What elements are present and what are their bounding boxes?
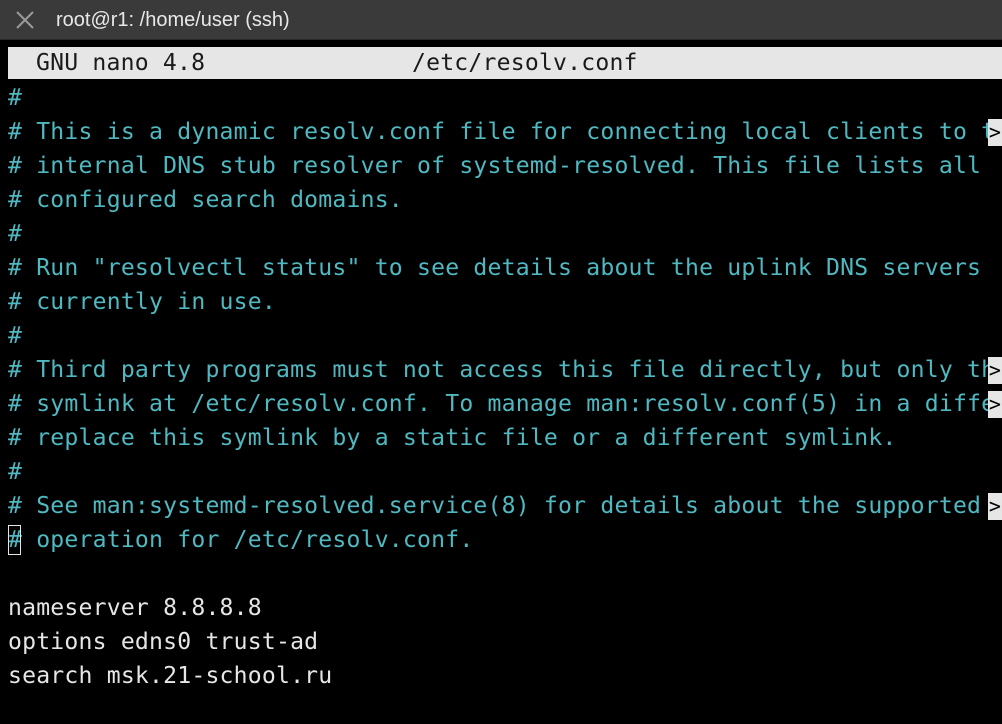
line-overflow-marker: > (988, 493, 1002, 520)
editor-line-text: # (8, 221, 23, 247)
editor-line: # replace this symlink by a static file … (8, 421, 1002, 455)
nano-header-bar: GNU nano 4.8 /etc/resolv.conf (8, 47, 1002, 79)
editor-line: # Run "resolvectl status" to see details… (8, 251, 1002, 285)
editor-line: # (8, 217, 1002, 251)
editor-line-text: options edns0 trust-ad (8, 629, 319, 655)
line-overflow-marker: > (988, 357, 1002, 384)
nano-version: GNU nano 4.8 (36, 50, 206, 76)
editor-line: nameserver 8.8.8.8 (8, 591, 1002, 625)
close-button[interactable] (12, 7, 38, 33)
editor-line: options edns0 trust-ad (8, 625, 1002, 659)
editor-line: # See man:systemd-resolved.service(8) fo… (8, 489, 1002, 523)
editor-line-text: # symlink at /etc/resolv.conf. To manage… (8, 391, 996, 417)
editor-line-text: # Third party programs must not access t… (8, 357, 996, 383)
editor-line: # This is a dynamic resolv.conf file for… (8, 115, 1002, 149)
editor-line-text: # internal DNS stub resolver of systemd-… (8, 153, 982, 179)
editor-line: # (8, 81, 1002, 115)
editor-line: # currently in use. (8, 285, 1002, 319)
nano-file-name: /etc/resolv.conf (412, 50, 638, 76)
editor-line-text: # replace this symlink by a static file … (8, 425, 897, 451)
editor-line-text: # Run "resolvectl status" to see details… (8, 255, 982, 281)
editor-line: # internal DNS stub resolver of systemd-… (8, 149, 1002, 183)
editor-line-text: # currently in use. (8, 289, 276, 315)
editor-line-text: nameserver 8.8.8.8 (8, 595, 262, 621)
editor-line-text: # operation for /etc/resolv.conf. (8, 527, 474, 553)
window-titlebar: root@r1: /home/user (ssh) (0, 0, 1002, 40)
line-overflow-marker: > (988, 119, 1002, 146)
terminal-area[interactable]: GNU nano 4.8 /etc/resolv.conf # # This is… (0, 40, 1002, 724)
editor-line-text: # This is a dynamic resolv.conf file for… (8, 119, 996, 145)
line-overflow-marker: > (988, 391, 1002, 418)
close-icon (16, 11, 34, 29)
editor-line: # (8, 319, 1002, 353)
editor-line-text: # configured search domains. (8, 187, 403, 213)
editor-line-text: # (8, 85, 23, 111)
editor-line: # operation for /etc/resolv.conf. (8, 523, 1002, 557)
editor-line: # symlink at /etc/resolv.conf. To manage… (8, 387, 1002, 421)
text-cursor (8, 525, 21, 555)
terminal-window: root@r1: /home/user (ssh) GNU nano 4.8 /… (0, 0, 1002, 724)
editor-line-text: # (8, 323, 23, 349)
editor-line: # Third party programs must not access t… (8, 353, 1002, 387)
editor-line-text: search msk.21-school.ru (8, 663, 333, 689)
editor-line: # configured search domains. (8, 183, 1002, 217)
editor-line: # (8, 455, 1002, 489)
editor-line: search msk.21-school.ru (8, 659, 1002, 693)
editor-line-text: # (8, 459, 23, 485)
window-title: root@r1: /home/user (ssh) (56, 9, 290, 31)
editor-line-text: # See man:systemd-resolved.service(8) fo… (8, 493, 996, 519)
